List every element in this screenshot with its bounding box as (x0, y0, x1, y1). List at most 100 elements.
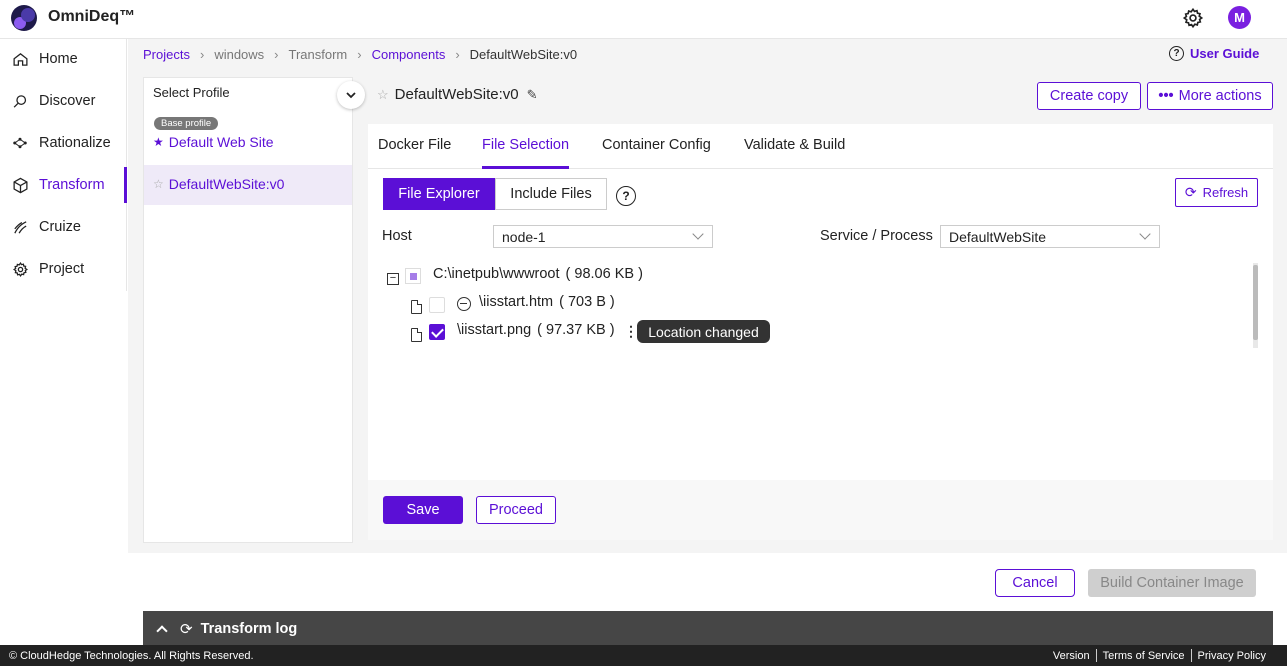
chevron-down-icon (1139, 228, 1151, 240)
profile-item-label: Default Web Site (168, 134, 274, 150)
breadcrumb: Projects › windows › Transform › Compone… (143, 47, 587, 62)
sidebar-item-home[interactable]: Home (0, 41, 127, 77)
transform-icon (11, 176, 29, 194)
breadcrumb-transform: Transform (288, 47, 348, 62)
footer-links: Version Terms of Service Privacy Policy (1047, 645, 1272, 666)
include-files-toggle[interactable]: Include Files (495, 178, 607, 210)
star-outline-icon: ☆ (153, 177, 164, 191)
discover-icon (11, 92, 29, 110)
sidebar-item-rationalize[interactable]: Rationalize (0, 125, 127, 161)
cruize-icon (11, 218, 29, 236)
settings-gear-icon[interactable] (1182, 7, 1204, 29)
chevron-down-icon (692, 228, 704, 240)
transform-log-title: Transform log (200, 620, 298, 637)
transform-log-bar[interactable]: ⟳ Transform log (143, 611, 1273, 646)
breadcrumb-windows: windows (214, 47, 265, 62)
scrollbar-thumb[interactable] (1253, 265, 1258, 340)
sidebar-item-label: Cruize (39, 219, 81, 235)
user-guide-label: User Guide (1190, 46, 1260, 61)
component-title: ☆ DefaultWebSite:v0 ✎ (377, 86, 538, 103)
footer: © CloudHedge Technologies. All Rights Re… (0, 645, 1287, 666)
user-guide-link[interactable]: ? User Guide (1169, 46, 1259, 61)
host-select-value: node-1 (502, 228, 546, 245)
sidebar-item-project[interactable]: Project (0, 251, 127, 287)
tab-container-config[interactable]: Container Config (602, 137, 711, 153)
question-circle-icon: ? (1169, 46, 1184, 61)
select-profile-label: Select Profile (153, 85, 230, 100)
collapse-toggle-icon[interactable]: − (387, 273, 399, 285)
help-icon[interactable]: ? (616, 186, 636, 206)
cancel-button[interactable]: Cancel (995, 569, 1075, 597)
rationalize-icon (11, 134, 29, 152)
tree-file-row: \iisstart.htm ( 703 B ) (479, 294, 615, 310)
file-icon (411, 328, 422, 342)
sidebar-item-discover[interactable]: Discover (0, 83, 127, 119)
sidebar: Home Discover Rationalize Transform Crui… (0, 39, 127, 291)
file-checkbox-iisstart-htm[interactable] (429, 297, 445, 313)
host-select[interactable]: node-1 (493, 225, 713, 248)
sidebar-item-label: Project (39, 261, 85, 277)
refresh-button[interactable]: ⟳ Refresh (1175, 178, 1258, 207)
service-process-label: Service / Process (820, 228, 933, 244)
user-avatar[interactable]: M (1228, 6, 1251, 29)
component-title-text: DefaultWebSite:v0 (394, 86, 519, 103)
sidebar-item-label: Discover (39, 93, 96, 109)
profile-dropdown-chevron-icon[interactable] (337, 81, 365, 109)
copyright-text: © CloudHedge Technologies. All Rights Re… (9, 649, 254, 662)
profile-item-defaultwebsite-v0[interactable]: ☆ DefaultWebSite:v0 (153, 176, 284, 192)
root-folder-checkbox[interactable] (405, 268, 421, 284)
breadcrumb-current: DefaultWebSite:v0 (469, 47, 578, 62)
breadcrumb-separator: › (455, 47, 460, 62)
sidebar-item-cruize[interactable]: Cruize (0, 209, 127, 245)
file-size: ( 97.37 KB ) (537, 322, 615, 338)
service-process-select[interactable]: DefaultWebSite (940, 225, 1160, 248)
file-name: \iisstart.png (457, 322, 532, 338)
active-tab-indicator (482, 166, 569, 169)
home-icon (11, 50, 29, 68)
favorite-star-icon[interactable]: ☆ (377, 87, 389, 103)
history-icon: ⟳ (180, 620, 193, 638)
sidebar-item-label: Home (39, 51, 78, 67)
save-button[interactable]: Save (383, 496, 463, 524)
host-label: Host (382, 228, 412, 244)
tab-docker-file[interactable]: Docker File (378, 137, 451, 153)
tree-root-size: ( 98.06 KB ) (565, 266, 643, 282)
footer-link-privacy[interactable]: Privacy Policy (1192, 650, 1272, 662)
file-explorer-toggle[interactable]: File Explorer (383, 178, 495, 210)
file-options-kebab-icon[interactable]: ⋮ (624, 323, 638, 340)
tab-file-selection[interactable]: File Selection (482, 137, 569, 153)
sidebar-item-label: Rationalize (39, 135, 111, 151)
breadcrumb-separator: › (274, 47, 279, 62)
file-checkbox-iisstart-png[interactable] (429, 324, 445, 340)
top-bar (0, 0, 1287, 39)
sidebar-item-transform[interactable]: Transform (0, 167, 127, 203)
tree-file-row: \iisstart.png ( 97.37 KB ) (457, 322, 615, 338)
breadcrumb-projects[interactable]: Projects (143, 47, 190, 62)
tab-validate-build[interactable]: Validate & Build (744, 137, 845, 153)
edit-pencil-icon[interactable]: ✎ (527, 87, 538, 103)
dots-icon: ••• (1158, 88, 1174, 104)
service-select-value: DefaultWebSite (949, 228, 1047, 245)
proceed-button[interactable]: Proceed (476, 496, 556, 524)
refresh-label: Refresh (1202, 185, 1249, 200)
profile-item-default-web-site[interactable]: ★ Default Web Site (153, 134, 274, 150)
footer-link-terms[interactable]: Terms of Service (1097, 650, 1191, 662)
create-copy-button[interactable]: Create copy (1037, 82, 1141, 110)
footer-link-version[interactable]: Version (1047, 650, 1096, 662)
location-changed-badge: Location changed (637, 320, 770, 343)
tree-root-name: C:\inetpub\wwwroot (433, 266, 560, 282)
project-gear-icon (11, 260, 29, 278)
more-actions-button[interactable]: ••• More actions (1147, 82, 1273, 110)
app-logo-icon[interactable] (11, 5, 37, 31)
breadcrumb-separator: › (199, 47, 205, 62)
file-size: ( 703 B ) (559, 294, 615, 310)
refresh-icon: ⟳ (1184, 184, 1197, 200)
file-name: \iisstart.htm (479, 294, 554, 310)
tree-root-row: C:\inetpub\wwwroot ( 98.06 KB ) (433, 266, 643, 282)
breadcrumb-components[interactable]: Components (372, 47, 446, 62)
partial-check-indicator (410, 273, 417, 280)
excluded-minus-circle-icon (457, 297, 471, 311)
chevron-up-icon (156, 624, 168, 637)
build-container-image-button[interactable]: Build Container Image (1088, 569, 1256, 597)
base-profile-badge: Base profile (154, 117, 219, 130)
